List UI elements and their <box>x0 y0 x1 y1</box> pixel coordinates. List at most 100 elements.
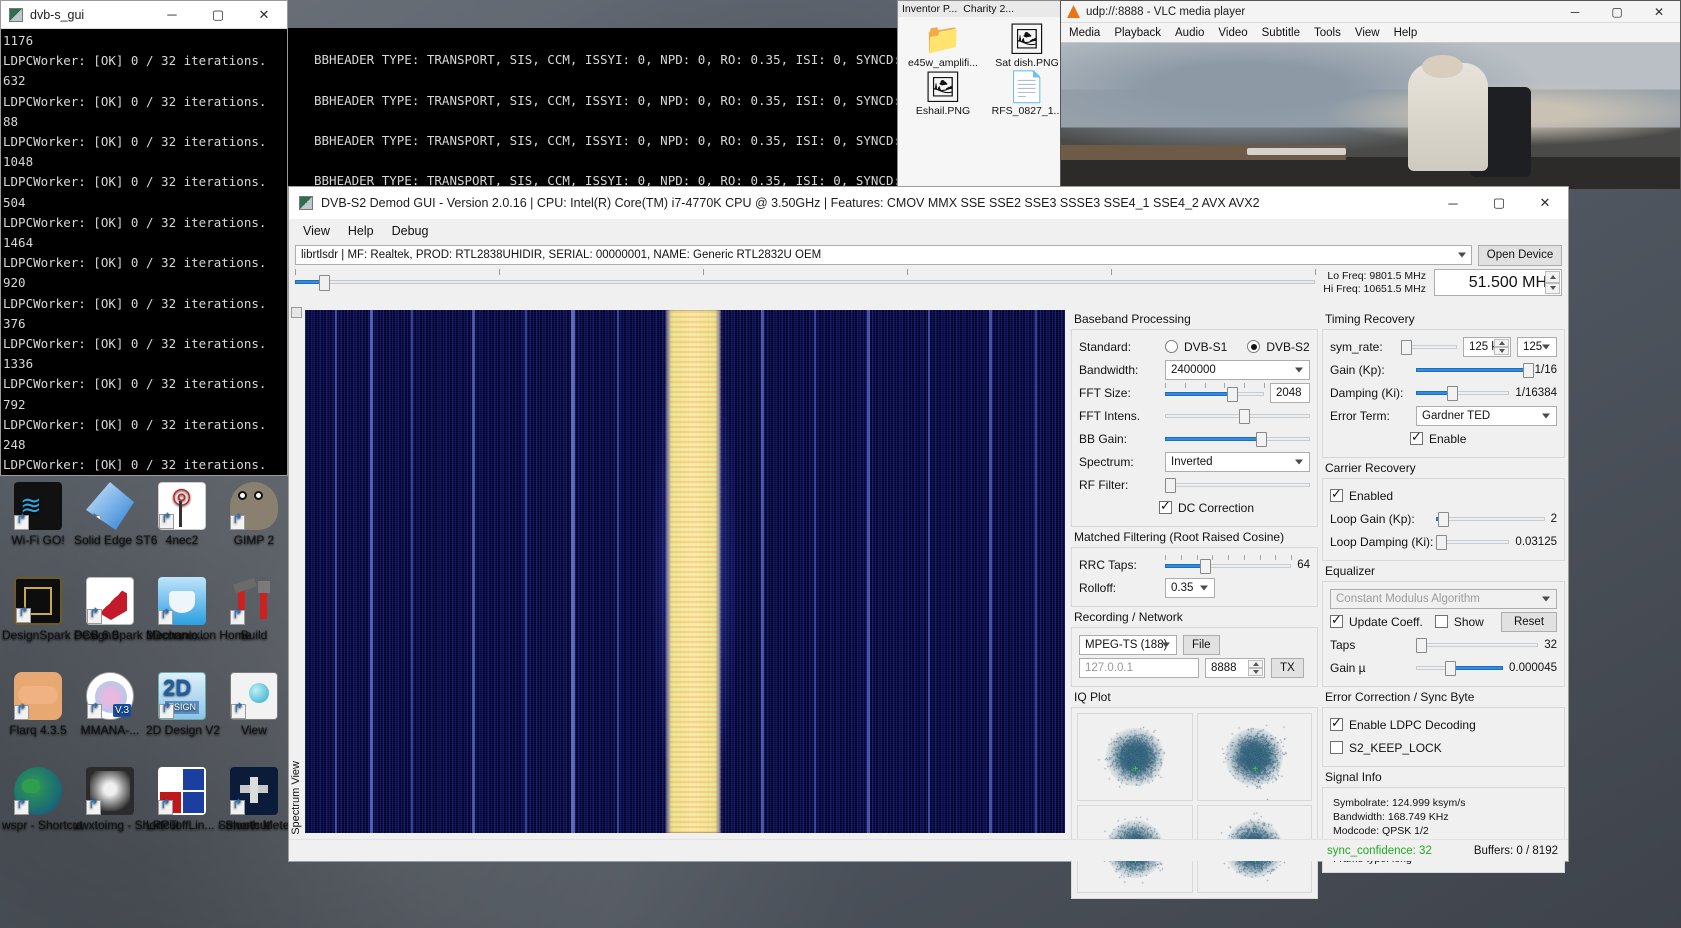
vlc-menu-media[interactable]: Media <box>1069 27 1100 39</box>
port-input[interactable]: 8888 <box>1205 658 1265 678</box>
rrc-taps-handle[interactable] <box>1200 559 1211 574</box>
fft-size-handle[interactable] <box>1227 387 1238 402</box>
dvb-menu-help[interactable]: Help <box>348 224 374 238</box>
error-term-combo[interactable]: Gardner TED <box>1416 406 1557 426</box>
terminal-titlebar[interactable]: dvb-s_gui ─ ▢ ✕ <box>1 1 287 29</box>
explorer-tab-row[interactable]: Inventor P... Charity 2... <box>898 1 1072 17</box>
explorer-tab[interactable]: Charity 2... <box>963 3 1014 17</box>
taps-handle[interactable] <box>1416 638 1427 653</box>
gain-mu-handle[interactable] <box>1445 661 1456 676</box>
damping-ki-slider[interactable] <box>1416 383 1509 403</box>
spectrum-combo[interactable]: Inverted <box>1165 452 1310 472</box>
desktop-icon[interactable]: DesignSpark Mechanic... <box>74 577 146 642</box>
loop-gain-track[interactable] <box>1436 517 1545 521</box>
ip-address-input[interactable]: 127.0.0.1 <box>1079 658 1199 678</box>
loop-damping-slider[interactable] <box>1436 532 1509 552</box>
loop-gain-handle[interactable] <box>1438 512 1449 527</box>
error-term-row[interactable]: Error Term: Gardner TED <box>1330 404 1557 427</box>
rf-filter-handle[interactable] <box>1165 478 1176 493</box>
rf-filter-row[interactable]: RF Filter: <box>1079 473 1310 496</box>
bandwidth-combo[interactable]: 2400000 <box>1165 360 1310 380</box>
terminal-window[interactable]: dvb-s_gui ─ ▢ ✕ 1176 LDPCWorker: [OK] 0 /… <box>0 0 288 476</box>
sym-rate-input[interactable]: 125 ks <box>1463 337 1511 357</box>
device-combo[interactable]: librtlsdr | MF: Realtek, PROD: RTL2838UH… <box>295 245 1472 265</box>
waterfall-display[interactable] <box>305 310 1065 833</box>
carrier-enabled-row[interactable]: Enabled <box>1330 484 1557 507</box>
loop-damping-track[interactable] <box>1436 540 1509 544</box>
file-button[interactable]: File <box>1183 635 1220 655</box>
iq-quadrant[interactable]: + <box>1197 713 1313 801</box>
loop-gain-slider[interactable] <box>1436 509 1545 529</box>
fft-size-value[interactable]: 2048 <box>1270 383 1310 403</box>
loop-gain-row[interactable]: Loop Gain (Kp): 2 <box>1330 507 1557 530</box>
sym-rate-slider[interactable] <box>1401 337 1457 357</box>
desktop-icon[interactable]: 2DESIGN2D Design V2 <box>146 672 218 737</box>
frequency-spin-down[interactable] <box>1545 283 1560 295</box>
damping-ki-handle[interactable] <box>1447 386 1458 401</box>
desktop-icon[interactable]: Build <box>218 577 290 642</box>
fft-size-slider[interactable] <box>1165 383 1264 403</box>
gain-mu-slider[interactable] <box>1416 658 1503 678</box>
dvb-menubar[interactable]: View Help Debug <box>289 219 1568 243</box>
vlc-menu-help[interactable]: Help <box>1394 27 1418 39</box>
taps-slider[interactable] <box>1416 635 1538 655</box>
sym-rate-row[interactable]: sym_rate: 125 ks 125 <box>1330 335 1557 358</box>
vlc-menu-view[interactable]: View <box>1355 27 1380 39</box>
spectrum-row[interactable]: Spectrum: Inverted <box>1079 450 1310 473</box>
bb-gain-handle[interactable] <box>1256 432 1267 447</box>
rolloff-combo[interactable]: 0.35 <box>1165 578 1215 598</box>
gain-mu-row[interactable]: Gain µ 0.000045 <box>1330 656 1557 679</box>
explorer-tab[interactable]: Inventor P... <box>902 3 957 17</box>
dc-correction-checkbox[interactable] <box>1159 501 1172 514</box>
equalizer-algorithm-combo[interactable]: Constant Modulus Algorithm <box>1330 589 1557 609</box>
vlc-minimize-icon[interactable]: ─ <box>1554 1 1596 22</box>
desktop-icon[interactable]: ◎ 4nec2 <box>146 482 218 547</box>
vlc-video-surface[interactable] <box>1061 43 1680 189</box>
sym-rate-spin-up[interactable] <box>1494 339 1509 347</box>
desktop-icon[interactable]: Flarq 4.3.5 <box>2 672 74 737</box>
explorer-file-item[interactable]: 📄 RFS_0827_1... <box>986 71 1068 117</box>
dvb-menu-debug[interactable]: Debug <box>392 224 429 238</box>
vlc-maximize-icon[interactable]: ▢ <box>1596 1 1638 22</box>
desktop-icon[interactable]: GIMP 2 <box>218 482 290 547</box>
dvb-window-buttons[interactable]: ─ ▢ ✕ <box>1430 187 1568 219</box>
frequency-spinbox[interactable]: 51.500 MHz <box>1434 269 1562 296</box>
sym-rate-spin-down[interactable] <box>1494 347 1509 355</box>
vlc-menu-video[interactable]: Video <box>1218 27 1247 39</box>
fft-intens-slider[interactable] <box>1165 406 1310 426</box>
explorer-file-item[interactable]: 🖼 Eshail.PNG <box>902 71 984 117</box>
desktop-icon[interactable]: View <box>218 672 290 737</box>
frequency-slider-handle[interactable] <box>319 275 330 291</box>
dvb-titlebar[interactable]: DVB-S2 Demod GUI - Version 2.0.16 | CPU:… <box>289 187 1568 219</box>
bb-gain-row[interactable]: BB Gain: <box>1079 427 1310 450</box>
equalizer-algorithm-row[interactable]: Constant Modulus Algorithm <box>1330 587 1557 610</box>
desktop-icon[interactable]: DesignSpark PCB 6.0 <box>2 577 74 642</box>
fft-intens-track[interactable] <box>1165 414 1310 418</box>
sym-rate-spin-buttons[interactable] <box>1494 339 1509 355</box>
rrc-taps-slider[interactable] <box>1165 555 1291 575</box>
dvb-close-icon[interactable]: ✕ <box>1522 187 1568 219</box>
iq-quadrant[interactable]: + <box>1077 713 1193 801</box>
network-row[interactable]: 127.0.0.1 8888 TX <box>1079 656 1310 679</box>
terminal-minimize-icon[interactable]: ─ <box>149 1 195 28</box>
timing-enable-row[interactable]: Enable <box>1330 427 1557 450</box>
vlc-titlebar[interactable]: udp://:8888 - VLC media player ─ ▢ ✕ <box>1061 1 1680 23</box>
vlc-menu-subtitle[interactable]: Subtitle <box>1262 27 1300 39</box>
frequency-spin-up[interactable] <box>1545 271 1560 283</box>
desktop-icon[interactable]: LRPToffLin... - Shortcut <box>146 767 218 832</box>
desktop-icon[interactable]: wspr - Shortcut <box>2 767 74 832</box>
fft-size-row[interactable]: FFT Size: 2048 <box>1079 381 1310 404</box>
vlc-menu-tools[interactable]: Tools <box>1314 27 1341 39</box>
vlc-close-icon[interactable]: ✕ <box>1638 1 1680 22</box>
keeplock-row[interactable]: S2_KEEP_LOCK <box>1330 736 1557 759</box>
desktop-icon[interactable]: ≋Wi-Fi GO! <box>2 482 74 547</box>
open-device-button[interactable]: Open Device <box>1478 245 1562 266</box>
gain-kp-row[interactable]: Gain (Kp): 1/16 <box>1330 358 1557 381</box>
rf-filter-slider[interactable] <box>1165 475 1310 495</box>
iq-plot-grid[interactable]: + + + + <box>1074 710 1315 896</box>
frequency-slider-track[interactable] <box>295 280 1315 284</box>
explorer-file-item[interactable]: 🖼 Sat dish.PNG <box>986 23 1068 69</box>
update-coeff-checkbox[interactable] <box>1330 615 1343 628</box>
dvb-demod-window[interactable]: DVB-S2 Demod GUI - Version 2.0.16 | CPU:… <box>288 186 1569 862</box>
standard-row[interactable]: Standard: DVB-S1 DVB-S2 <box>1079 335 1310 358</box>
